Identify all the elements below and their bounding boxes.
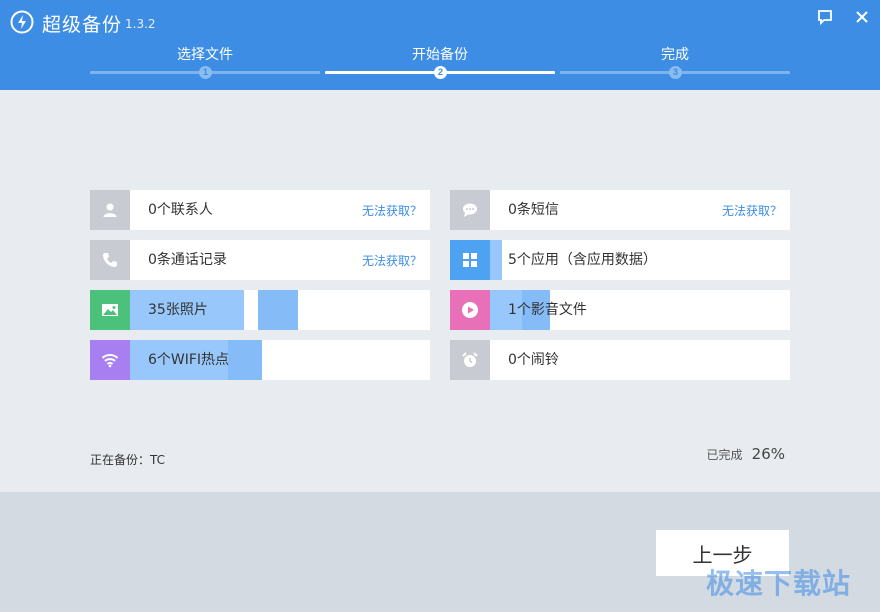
step-select-files: 选择文件 1 <box>90 44 320 84</box>
title-bar: 超级备份 1.3.2 选择文件 1 开始备份 2 完成 3 <box>0 0 880 90</box>
backup-panel: 0个联系人 无法获取？ 0条短信 无法获取？ 0条通话记录 无法获取？ 5个应用… <box>0 90 880 492</box>
item-label: 0条短信 <box>508 202 559 218</box>
cannot-get-link[interactable]: 无法获取？ <box>362 240 422 282</box>
completed-percent: 26% <box>751 445 785 463</box>
item-label: 0个联系人 <box>148 202 213 218</box>
step-label: 开始备份 <box>412 47 468 63</box>
card-icon-box <box>90 290 130 330</box>
item-label: 5个应用（含应用数据） <box>508 252 657 268</box>
card-icon-box <box>450 240 490 280</box>
phone-icon <box>103 253 117 267</box>
contact-icon <box>103 203 117 217</box>
card-icon-box <box>90 190 130 230</box>
media-item: 1个影音文件 <box>450 290 790 330</box>
feedback-icon <box>818 10 832 25</box>
progress-fill <box>490 240 502 280</box>
step-number: 1 <box>199 66 212 79</box>
step-label: 完成 <box>661 47 689 63</box>
completed-label: 已完成 <box>706 448 743 462</box>
apps-icon <box>463 253 477 267</box>
step-start-backup: 开始备份 2 <box>325 44 555 84</box>
item-label: 0个闹铃 <box>508 352 559 368</box>
step-complete: 完成 3 <box>560 44 790 84</box>
item-label: 35张照片 <box>148 302 208 318</box>
photo-icon <box>102 304 118 316</box>
app-version: 1.3.2 <box>125 17 156 31</box>
alarm-clock-icon <box>462 352 478 367</box>
item-label: 1个影音文件 <box>508 302 587 318</box>
cannot-get-link[interactable]: 无法获取？ <box>722 190 782 232</box>
step-label: 选择文件 <box>177 47 233 63</box>
media-play-icon <box>462 302 478 318</box>
step-number: 3 <box>669 66 682 79</box>
call-log-item: 0条通话记录 无法获取？ <box>90 240 430 280</box>
photos-item: 35张照片 <box>90 290 430 330</box>
wifi-icon <box>101 354 119 368</box>
card-icon-box <box>90 240 130 280</box>
completion-indicator: 已完成 26% <box>707 444 785 463</box>
progress-fill-highlight <box>258 290 298 330</box>
item-label: 0条通话记录 <box>148 252 227 268</box>
cannot-get-link[interactable]: 无法获取？ <box>362 190 422 232</box>
card-icon-box <box>450 290 490 330</box>
progress-fill-highlight <box>228 340 262 380</box>
apps-item: 5个应用（含应用数据） <box>450 240 790 280</box>
backup-status-text: 正在备份：TC <box>90 453 166 467</box>
item-label: 6个WIFI热点 <box>148 352 230 368</box>
close-icon <box>856 11 868 23</box>
wifi-item: 6个WIFI热点 <box>90 340 430 380</box>
sms-item: 0条短信 无法获取？ <box>450 190 790 230</box>
lightning-logo-icon <box>10 10 34 34</box>
feedback-button[interactable] <box>817 9 835 27</box>
watermark: 极速下载站 <box>706 567 852 600</box>
close-button[interactable] <box>854 9 872 27</box>
message-icon <box>463 203 477 217</box>
app-title: 超级备份 <box>42 14 123 36</box>
card-icon-box <box>450 340 490 380</box>
card-icon-box <box>90 340 130 380</box>
step-number: 2 <box>434 66 447 79</box>
card-icon-box <box>450 190 490 230</box>
contacts-item: 0个联系人 无法获取？ <box>90 190 430 230</box>
alarm-item: 0个闹铃 <box>450 340 790 380</box>
